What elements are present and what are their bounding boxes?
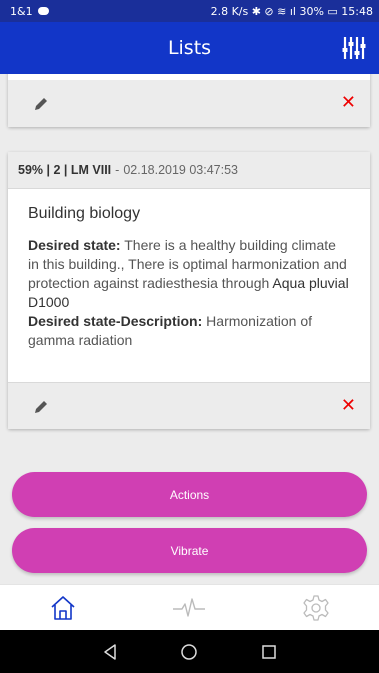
edit-pencil-icon[interactable] [33, 399, 49, 415]
card-score: 59% | 2 | LM VIII [18, 163, 112, 177]
list-card: 59% | 2 | LM VIII - 02.18.2019 03:47:53 … [8, 152, 370, 429]
cloud-icon [37, 7, 49, 15]
nav-home-button[interactable] [169, 637, 209, 667]
page-title: Lists [167, 37, 212, 59]
card-sep: - [115, 163, 120, 177]
nav-back-button[interactable] [90, 637, 130, 667]
system-nav-bar [0, 630, 379, 673]
vibrate-button-label: Vibrate [170, 543, 209, 558]
desired-desc-label: Desired state-Description: [28, 313, 203, 329]
card-body: Building biology Desired state: There is… [8, 189, 370, 350]
nav-recents-button[interactable] [249, 637, 289, 667]
delete-icon[interactable]: ✕ [341, 94, 356, 112]
recents-square-icon [262, 644, 276, 659]
card-description: Desired state: There is a healthy buildi… [28, 236, 350, 350]
list-card-previous: ✕ [8, 74, 370, 127]
vibrate-button[interactable]: Vibrate [12, 528, 367, 573]
tab-settings[interactable] [286, 588, 346, 628]
app-header: Lists [0, 22, 379, 74]
delete-icon[interactable]: ✕ [341, 397, 356, 415]
bottom-tab-bar [0, 584, 379, 630]
filter-sliders-icon[interactable] [341, 34, 367, 62]
edit-pencil-icon[interactable] [33, 96, 49, 112]
card-actions: ✕ [8, 382, 370, 429]
card-date: 02.18.2019 03:47:53 [123, 163, 239, 177]
card-actions: ✕ [8, 80, 370, 127]
settings-icon [303, 594, 329, 621]
card-header: 59% | 2 | LM VIII - 02.18.2019 03:47:53 [8, 152, 370, 189]
pulse-icon [173, 597, 206, 617]
card-title: Building biology [28, 205, 141, 222]
status-indicators: 2.8 K/s ✱ ⊘ ≋ ıl 30% ▭ 15:48 [210, 4, 373, 18]
back-triangle-icon [104, 643, 116, 660]
home-icon [51, 595, 75, 620]
status-bar: 1&1 2.8 K/s ✱ ⊘ ≋ ıl 30% ▭ 15:48 [0, 0, 379, 22]
tab-pulse[interactable] [159, 588, 219, 628]
tab-home[interactable] [33, 588, 93, 628]
actions-button-label: Actions [169, 487, 210, 502]
home-circle-icon [181, 643, 198, 660]
desired-state-label: Desired state: [28, 237, 121, 253]
actions-button[interactable]: Actions [12, 472, 367, 517]
carrier-label: 1&1 [10, 4, 33, 18]
